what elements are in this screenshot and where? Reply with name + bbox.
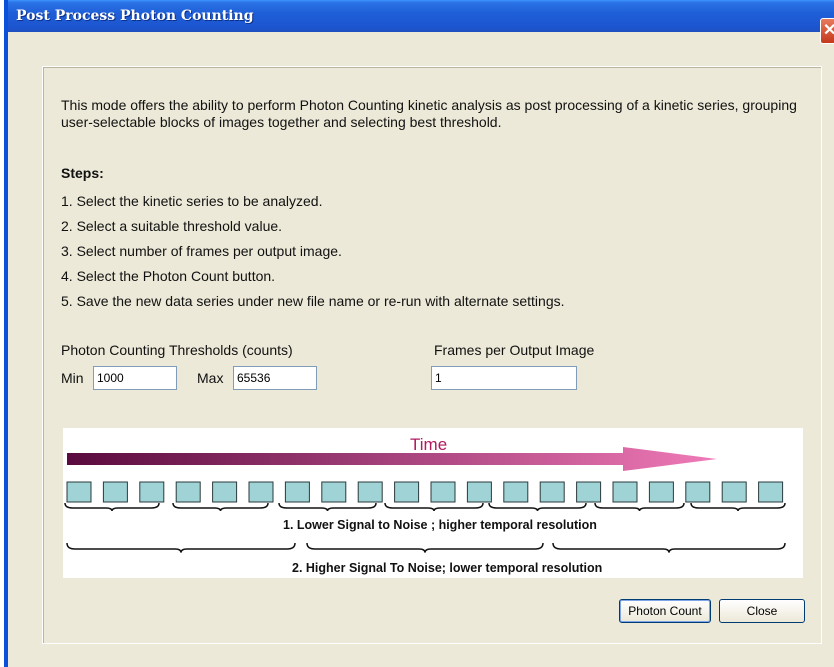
mode-description: This mode offers the ability to perform … (61, 97, 797, 130)
grouping-brace (66, 542, 296, 553)
frame-cell (66, 481, 92, 503)
frames-label: Frames per Output Image (434, 342, 595, 358)
grouping-brace (488, 502, 587, 512)
frames-per-output-input[interactable]: 1 (431, 366, 577, 390)
grouping-brace (594, 502, 685, 512)
content-panel: This mode offers the ability to perform … (42, 66, 822, 644)
steps-heading: Steps: (61, 165, 104, 181)
threshold-max-input[interactable]: 65536 (233, 366, 317, 390)
step-item: 3. Select number of frames per output im… (61, 243, 342, 259)
close-button[interactable]: Close (719, 599, 805, 623)
frame-cell (284, 481, 310, 503)
frame-cell (648, 481, 674, 503)
frame-cell (685, 481, 711, 503)
frame-cell (721, 481, 747, 503)
time-diagram: Time 1. Lower Signal to Noise ; higher t… (63, 428, 803, 578)
frame-cell (758, 481, 784, 503)
thresholds-label: Photon Counting Thresholds (counts) (61, 342, 293, 358)
frame-cell (430, 481, 456, 503)
dialog-window: Post Process Photon Counting ✕ This mode… (4, 0, 834, 667)
max-label: Max (197, 370, 224, 386)
title-bar[interactable]: Post Process Photon Counting ✕ (8, 0, 834, 44)
window-title: Post Process Photon Counting (16, 8, 254, 24)
grouping-brace (690, 502, 786, 512)
frame-cell (466, 481, 492, 503)
frame-cell (175, 481, 201, 503)
step-item: 4. Select the Photon Count button. (61, 268, 276, 284)
grouping-brace (384, 502, 484, 512)
frame-cell (539, 481, 565, 503)
grouping-brace (278, 502, 377, 512)
time-arrow (67, 447, 717, 471)
threshold-min-input[interactable]: 1000 (93, 366, 177, 390)
grouping-brace (172, 502, 269, 512)
caption-lower-snr: 1. Lower Signal to Noise ; higher tempor… (283, 518, 597, 532)
window-close-icon[interactable]: ✕ (820, 18, 834, 44)
time-diagram-svg: Time 1. Lower Signal to Noise ; higher t… (64, 435, 786, 575)
frame-cell (394, 481, 420, 503)
step-item: 2. Select a suitable threshold value. (61, 218, 283, 234)
frame-cell (139, 481, 165, 503)
frame-cell (576, 481, 602, 503)
frame-cell (321, 481, 347, 503)
frame-cell (248, 481, 274, 503)
grouping-brace (306, 542, 544, 553)
step-item: 5. Save the new data series under new fi… (61, 293, 565, 309)
frame-cell (102, 481, 128, 503)
grouping-brace (64, 502, 160, 512)
frame-cell (212, 481, 238, 503)
step-item: 1. Select the kinetic series to be analy… (61, 193, 323, 209)
frame-cell (503, 481, 529, 503)
photon-count-button[interactable]: Photon Count (619, 599, 711, 623)
grouping-brace (552, 542, 786, 553)
time-label: Time (410, 435, 447, 454)
caption-higher-snr: 2. Higher Signal To Noise; lower tempora… (292, 561, 602, 575)
min-label: Min (61, 370, 84, 386)
frame-cell (357, 481, 383, 503)
frame-cell (612, 481, 638, 503)
